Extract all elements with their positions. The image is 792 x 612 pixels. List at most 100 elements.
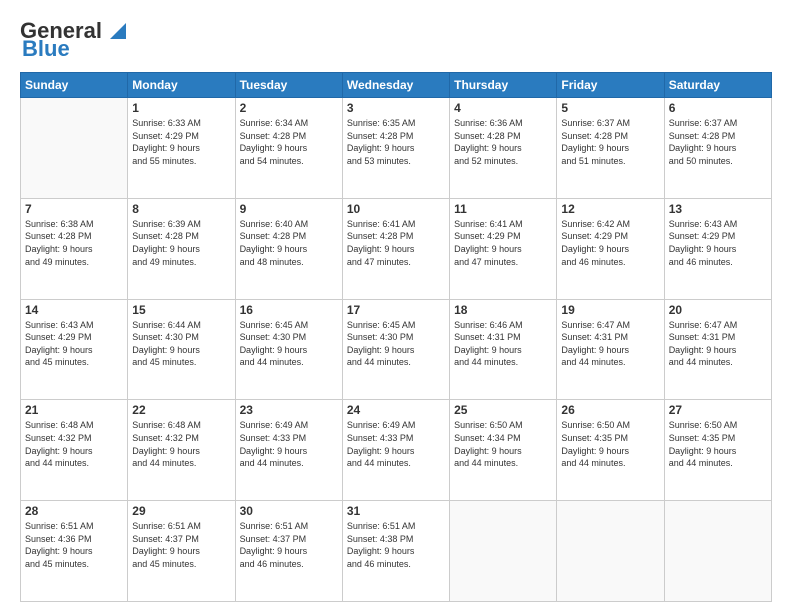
day-info: Sunrise: 6:37 AM Sunset: 4:28 PM Dayligh… xyxy=(669,117,767,167)
day-number: 6 xyxy=(669,101,767,115)
day-cell: 25 Sunrise: 6:50 AM Sunset: 4:34 PM Dayli… xyxy=(450,400,557,501)
day-number: 28 xyxy=(25,504,123,518)
day-cell: 11 Sunrise: 6:41 AM Sunset: 4:29 PM Dayli… xyxy=(450,198,557,299)
day-number: 31 xyxy=(347,504,445,518)
day-cell: 2 Sunrise: 6:34 AM Sunset: 4:28 PM Daylig… xyxy=(235,98,342,199)
day-cell: 22 Sunrise: 6:48 AM Sunset: 4:32 PM Dayli… xyxy=(128,400,235,501)
day-number: 23 xyxy=(240,403,338,417)
day-cell: 17Sunrise: 6:45 AM Sunset: 4:30 PM Dayli… xyxy=(342,299,449,400)
day-info: Sunrise: 6:35 AM Sunset: 4:28 PM Dayligh… xyxy=(347,117,445,167)
day-info: Sunrise: 6:51 AM Sunset: 4:36 PM Dayligh… xyxy=(25,520,123,570)
day-cell: 4 Sunrise: 6:36 AM Sunset: 4:28 PM Daylig… xyxy=(450,98,557,199)
day-number: 18 xyxy=(454,303,552,317)
day-cell: 13 Sunrise: 6:43 AM Sunset: 4:29 PM Dayli… xyxy=(664,198,771,299)
day-number: 22 xyxy=(132,403,230,417)
day-cell: 26 Sunrise: 6:50 AM Sunset: 4:35 PM Dayli… xyxy=(557,400,664,501)
day-cell xyxy=(664,501,771,602)
day-number: 11 xyxy=(454,202,552,216)
day-number: 9 xyxy=(240,202,338,216)
day-info: Sunrise: 6:36 AM Sunset: 4:28 PM Dayligh… xyxy=(454,117,552,167)
day-info: Sunrise: 6:37 AM Sunset: 4:28 PM Dayligh… xyxy=(561,117,659,167)
day-info: Sunrise: 6:45 AM Sunset: 4:30 PM Dayligh… xyxy=(240,319,338,369)
day-info: Sunrise: 6:47 AM Sunset: 4:31 PM Dayligh… xyxy=(669,319,767,369)
page: General Blue SundayMondayTuesdayWednesda… xyxy=(0,0,792,612)
week-row-1: 1Sunrise: 6:33 AM Sunset: 4:29 PM Daylig… xyxy=(21,98,772,199)
day-info: Sunrise: 6:47 AM Sunset: 4:31 PM Dayligh… xyxy=(561,319,659,369)
day-info: Sunrise: 6:43 AM Sunset: 4:29 PM Dayligh… xyxy=(669,218,767,268)
day-number: 12 xyxy=(561,202,659,216)
day-cell: 16 Sunrise: 6:45 AM Sunset: 4:30 PM Dayli… xyxy=(235,299,342,400)
day-info: Sunrise: 6:51 AM Sunset: 4:37 PM Dayligh… xyxy=(132,520,230,570)
week-row-2: 7 Sunrise: 6:38 AM Sunset: 4:28 PM Daylig… xyxy=(21,198,772,299)
day-cell: 8Sunrise: 6:39 AM Sunset: 4:28 PM Daylig… xyxy=(128,198,235,299)
day-info: Sunrise: 6:39 AM Sunset: 4:28 PM Dayligh… xyxy=(132,218,230,268)
day-cell: 31 Sunrise: 6:51 AM Sunset: 4:38 PM Dayli… xyxy=(342,501,449,602)
day-info: Sunrise: 6:41 AM Sunset: 4:28 PM Dayligh… xyxy=(347,218,445,268)
day-info: Sunrise: 6:41 AM Sunset: 4:29 PM Dayligh… xyxy=(454,218,552,268)
day-info: Sunrise: 6:50 AM Sunset: 4:34 PM Dayligh… xyxy=(454,419,552,469)
weekday-tuesday: Tuesday xyxy=(235,73,342,98)
day-cell xyxy=(450,501,557,602)
weekday-thursday: Thursday xyxy=(450,73,557,98)
day-number: 5 xyxy=(561,101,659,115)
day-info: Sunrise: 6:38 AM Sunset: 4:28 PM Dayligh… xyxy=(25,218,123,268)
day-cell: 19 Sunrise: 6:47 AM Sunset: 4:31 PM Dayli… xyxy=(557,299,664,400)
week-row-5: 28 Sunrise: 6:51 AM Sunset: 4:36 PM Dayli… xyxy=(21,501,772,602)
weekday-header-row: SundayMondayTuesdayWednesdayThursdayFrid… xyxy=(21,73,772,98)
day-cell xyxy=(21,98,128,199)
day-info: Sunrise: 6:51 AM Sunset: 4:37 PM Dayligh… xyxy=(240,520,338,570)
logo-blue: Blue xyxy=(22,36,70,62)
day-info: Sunrise: 6:50 AM Sunset: 4:35 PM Dayligh… xyxy=(561,419,659,469)
day-cell xyxy=(557,501,664,602)
day-info: Sunrise: 6:50 AM Sunset: 4:35 PM Dayligh… xyxy=(669,419,767,469)
day-number: 26 xyxy=(561,403,659,417)
logo: General Blue xyxy=(20,18,132,62)
day-cell: 18 Sunrise: 6:46 AM Sunset: 4:31 PM Dayli… xyxy=(450,299,557,400)
day-cell: 5 Sunrise: 6:37 AM Sunset: 4:28 PM Daylig… xyxy=(557,98,664,199)
day-cell: 24 Sunrise: 6:49 AM Sunset: 4:33 PM Dayli… xyxy=(342,400,449,501)
day-info: Sunrise: 6:44 AM Sunset: 4:30 PM Dayligh… xyxy=(132,319,230,369)
day-cell: 20 Sunrise: 6:47 AM Sunset: 4:31 PM Dayli… xyxy=(664,299,771,400)
day-number: 16 xyxy=(240,303,338,317)
day-number: 25 xyxy=(454,403,552,417)
day-info: Sunrise: 6:40 AM Sunset: 4:28 PM Dayligh… xyxy=(240,218,338,268)
day-number: 7 xyxy=(25,202,123,216)
day-cell: 9 Sunrise: 6:40 AM Sunset: 4:28 PM Daylig… xyxy=(235,198,342,299)
day-cell: 21Sunrise: 6:48 AM Sunset: 4:32 PM Dayli… xyxy=(21,400,128,501)
day-info: Sunrise: 6:51 AM Sunset: 4:38 PM Dayligh… xyxy=(347,520,445,570)
day-info: Sunrise: 6:48 AM Sunset: 4:32 PM Dayligh… xyxy=(132,419,230,469)
day-number: 20 xyxy=(669,303,767,317)
day-info: Sunrise: 6:49 AM Sunset: 4:33 PM Dayligh… xyxy=(347,419,445,469)
day-cell: 14Sunrise: 6:43 AM Sunset: 4:29 PM Dayli… xyxy=(21,299,128,400)
logo-triangle-icon xyxy=(104,15,132,43)
day-number: 2 xyxy=(240,101,338,115)
day-number: 21 xyxy=(25,403,123,417)
day-number: 19 xyxy=(561,303,659,317)
calendar-table: SundayMondayTuesdayWednesdayThursdayFrid… xyxy=(20,72,772,602)
day-info: Sunrise: 6:33 AM Sunset: 4:29 PM Dayligh… xyxy=(132,117,230,167)
day-number: 3 xyxy=(347,101,445,115)
day-info: Sunrise: 6:43 AM Sunset: 4:29 PM Dayligh… xyxy=(25,319,123,369)
weekday-sunday: Sunday xyxy=(21,73,128,98)
day-cell: 15 Sunrise: 6:44 AM Sunset: 4:30 PM Dayli… xyxy=(128,299,235,400)
day-info: Sunrise: 6:49 AM Sunset: 4:33 PM Dayligh… xyxy=(240,419,338,469)
weekday-wednesday: Wednesday xyxy=(342,73,449,98)
week-row-3: 14Sunrise: 6:43 AM Sunset: 4:29 PM Dayli… xyxy=(21,299,772,400)
day-cell: 1Sunrise: 6:33 AM Sunset: 4:29 PM Daylig… xyxy=(128,98,235,199)
day-number: 10 xyxy=(347,202,445,216)
day-cell: 10 Sunrise: 6:41 AM Sunset: 4:28 PM Dayli… xyxy=(342,198,449,299)
day-cell: 28 Sunrise: 6:51 AM Sunset: 4:36 PM Dayli… xyxy=(21,501,128,602)
day-number: 4 xyxy=(454,101,552,115)
day-info: Sunrise: 6:46 AM Sunset: 4:31 PM Dayligh… xyxy=(454,319,552,369)
day-cell: 23 Sunrise: 6:49 AM Sunset: 4:33 PM Dayli… xyxy=(235,400,342,501)
day-number: 29 xyxy=(132,504,230,518)
day-cell: 29 Sunrise: 6:51 AM Sunset: 4:37 PM Dayli… xyxy=(128,501,235,602)
day-number: 15 xyxy=(132,303,230,317)
day-cell: 27Sunrise: 6:50 AM Sunset: 4:35 PM Dayli… xyxy=(664,400,771,501)
day-info: Sunrise: 6:34 AM Sunset: 4:28 PM Dayligh… xyxy=(240,117,338,167)
day-cell: 6 Sunrise: 6:37 AM Sunset: 4:28 PM Daylig… xyxy=(664,98,771,199)
day-cell: 7 Sunrise: 6:38 AM Sunset: 4:28 PM Daylig… xyxy=(21,198,128,299)
day-number: 13 xyxy=(669,202,767,216)
day-number: 24 xyxy=(347,403,445,417)
day-cell: 30Sunrise: 6:51 AM Sunset: 4:37 PM Dayli… xyxy=(235,501,342,602)
